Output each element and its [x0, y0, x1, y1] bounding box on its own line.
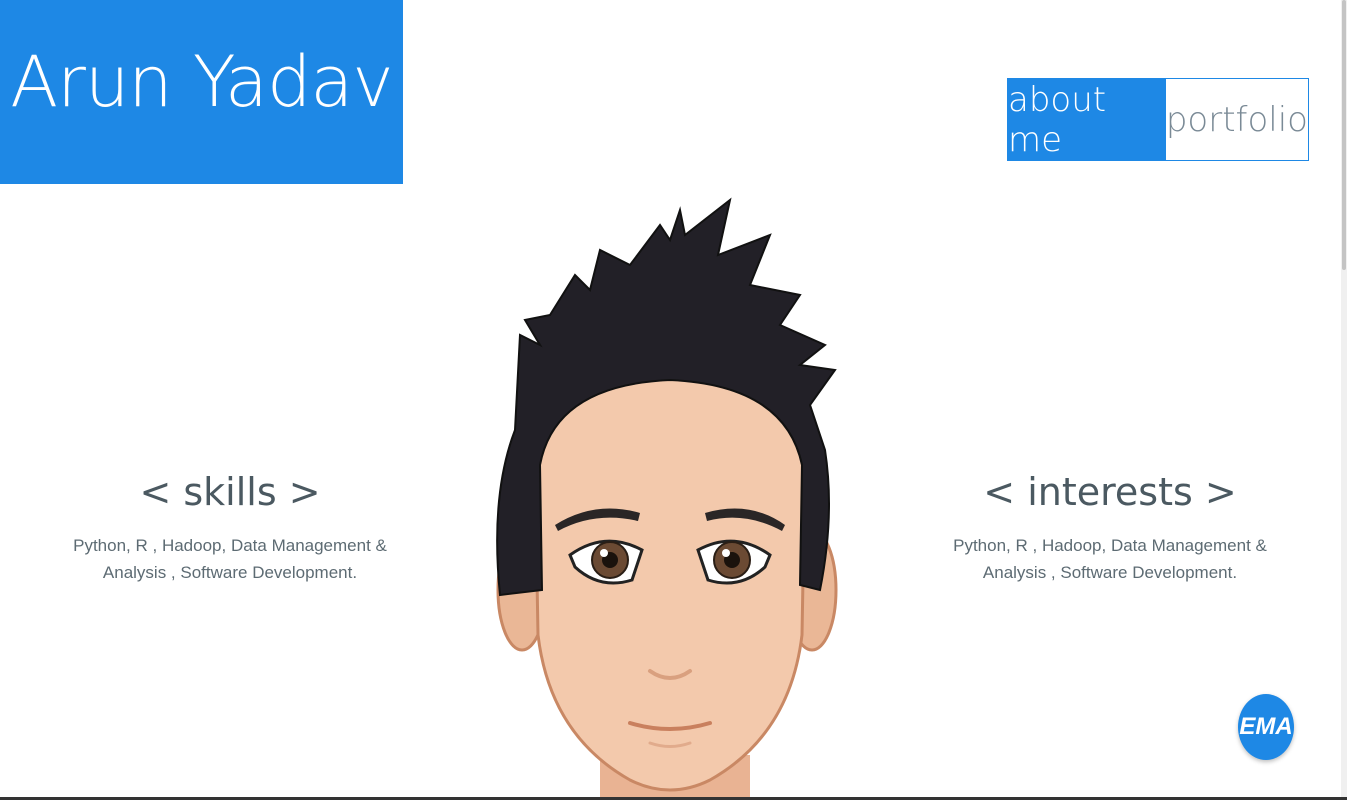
brand-logo[interactable]: Arun Yadav	[0, 0, 403, 184]
avatar-illustration	[496, 197, 838, 800]
skills-section: < skills > Python, R , Hadoop, Data Mana…	[50, 470, 410, 586]
scrollbar[interactable]	[1341, 0, 1347, 800]
interests-section: < interests > Python, R , Hadoop, Data M…	[930, 470, 1290, 586]
interests-heading: < interests >	[983, 470, 1237, 514]
nav-about-me[interactable]: about me	[1008, 79, 1166, 160]
brand-name: Arun Yadav	[10, 41, 393, 123]
scrollbar-thumb[interactable]	[1342, 0, 1346, 270]
top-nav: about me portfolio	[1007, 78, 1309, 161]
interests-text: Python, R , Hadoop, Data Management & An…	[953, 536, 1267, 582]
skills-text: Python, R , Hadoop, Data Management & An…	[73, 536, 387, 582]
skills-heading: < skills >	[139, 470, 321, 514]
nav-portfolio[interactable]: portfolio	[1165, 79, 1308, 160]
email-button[interactable]: EMA	[1238, 694, 1294, 760]
